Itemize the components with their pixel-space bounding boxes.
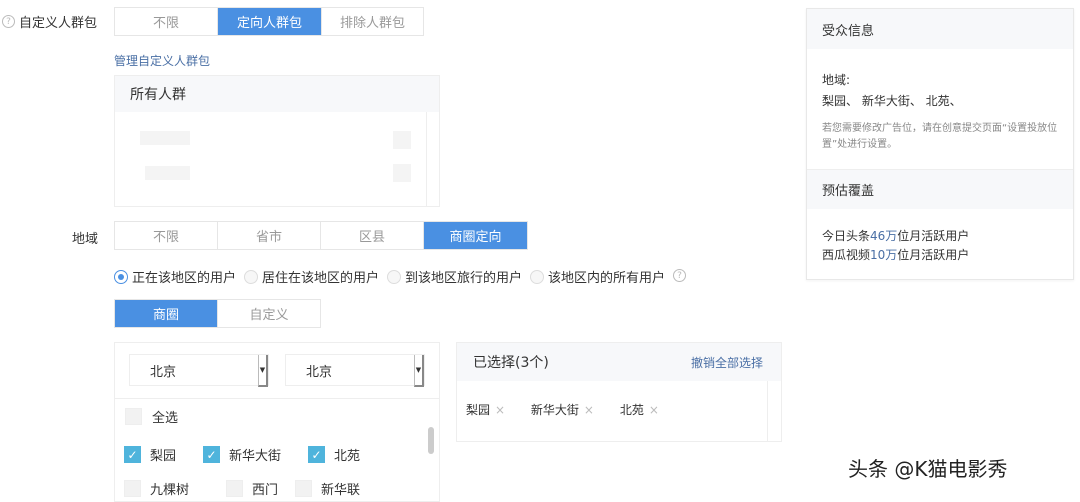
help-icon[interactable]: ? <box>2 15 15 28</box>
province-select[interactable]: 北京 ▼ <box>129 354 269 387</box>
region-info-value: 梨园、 新华大街、 北苑、 <box>822 94 962 108</box>
selected-tag: 北苑 × <box>619 402 659 418</box>
district-checkbox[interactable]: 九棵树 <box>124 479 189 498</box>
checkbox[interactable] <box>393 164 411 182</box>
city-select[interactable]: 北京 ▼ <box>285 354 425 387</box>
audience-info-title: 受众信息 <box>807 9 1073 49</box>
custom-audience-option-unlimited[interactable]: 不限 <box>115 8 218 35</box>
radio-currently-in-area[interactable]: 正在该地区的用户 <box>114 267 236 286</box>
blurred-item <box>140 131 190 145</box>
district-checkbox[interactable]: 新华联 <box>295 479 360 498</box>
custom-audience-label-row: ? 自定义人群包 <box>2 12 97 31</box>
blurred-item <box>145 166 190 180</box>
custom-audience-option-targeted[interactable]: 定向人群包 <box>218 8 322 35</box>
remove-icon[interactable]: × <box>495 403 505 417</box>
tab-business-district[interactable]: 商圈 <box>115 300 218 327</box>
district-checkbox[interactable]: ✓ 梨园 <box>124 445 176 464</box>
region-option-district[interactable]: 区县 <box>321 222 424 249</box>
selected-panel: 已选择(3个) 撤销全部选择 梨园 × 新华大街 × 北苑 × <box>456 342 782 442</box>
radio-all-users-in-area[interactable]: 该地区内的所有用户 <box>530 267 665 286</box>
selected-tag: 新华大街 × <box>530 402 594 418</box>
custom-audience-label: 自定义人群包 <box>19 16 98 31</box>
remove-icon[interactable]: × <box>649 403 659 417</box>
region-segment: 不限 省市 区县 商圈定向 <box>114 221 528 250</box>
district-checkbox[interactable]: ✓ 新华大街 <box>203 445 281 464</box>
district-checkbox[interactable]: 西门 <box>226 479 278 498</box>
remove-icon[interactable]: × <box>584 403 594 417</box>
coverage-toutiao: 今日头条46万位月活跃用户 <box>822 229 970 243</box>
region-subtabs: 商圈 自定义 <box>114 299 321 328</box>
select-all-checkbox[interactable]: 全选 <box>125 407 178 426</box>
coverage-xigua: 西瓜视频10万位月活跃用户 <box>822 248 970 262</box>
scrollbar-thumb[interactable] <box>428 427 434 454</box>
district-checkbox[interactable]: ✓ 北苑 <box>308 445 360 464</box>
manage-custom-audience-link[interactable]: 管理自定义人群包 <box>114 52 210 69</box>
watermark: 头条 @K猫电影秀 <box>848 457 1008 481</box>
district-picker: 北京 ▼ 北京 ▼ 全选 ✓ 梨园 ✓ 新华大街 ✓ 北苑 九棵树 西门 新华联 <box>114 342 440 502</box>
dropdown-arrow-icon: ▼ <box>258 355 268 387</box>
audience-list-box: 所有人群 <box>114 75 440 207</box>
coverage-title: 预估覆盖 <box>807 169 1073 209</box>
checkbox[interactable] <box>393 131 411 149</box>
tab-custom[interactable]: 自定义 <box>218 300 320 327</box>
region-info-label: 地域: <box>822 73 851 87</box>
clear-all-link[interactable]: 撤销全部选择 <box>691 354 763 371</box>
radio-living-in-area[interactable]: 居住在该地区的用户 <box>244 267 379 286</box>
radio-traveling-to-area[interactable]: 到该地区旅行的用户 <box>387 267 522 286</box>
scrollbar-track[interactable] <box>426 112 427 207</box>
custom-audience-segment: 不限 定向人群包 排除人群包 <box>114 7 424 36</box>
selected-tag: 梨园 × <box>466 402 506 418</box>
selected-count-title: 已选择(3个) <box>473 355 549 371</box>
audience-info-card: 受众信息 地域: 梨园、 新华大街、 北苑、 若您需要修改广告位，请在创意提交页… <box>806 8 1074 280</box>
placement-note: 若您需要修改广告位，请在创意提交页面“设置投放位置”处进行设置。 <box>822 123 1058 150</box>
region-label: 地域 <box>72 232 99 247</box>
custom-audience-option-exclude[interactable]: 排除人群包 <box>322 8 423 35</box>
region-option-province[interactable]: 省市 <box>218 222 321 249</box>
region-option-business-district[interactable]: 商圈定向 <box>424 222 527 249</box>
dropdown-arrow-icon: ▼ <box>414 355 424 387</box>
region-user-radios: 正在该地区的用户 居住在该地区的用户 到该地区旅行的用户 该地区内的所有用户 ? <box>114 267 687 286</box>
region-option-unlimited[interactable]: 不限 <box>115 222 218 249</box>
help-icon[interactable]: ? <box>673 269 687 282</box>
audience-list-header: 所有人群 <box>115 76 439 112</box>
